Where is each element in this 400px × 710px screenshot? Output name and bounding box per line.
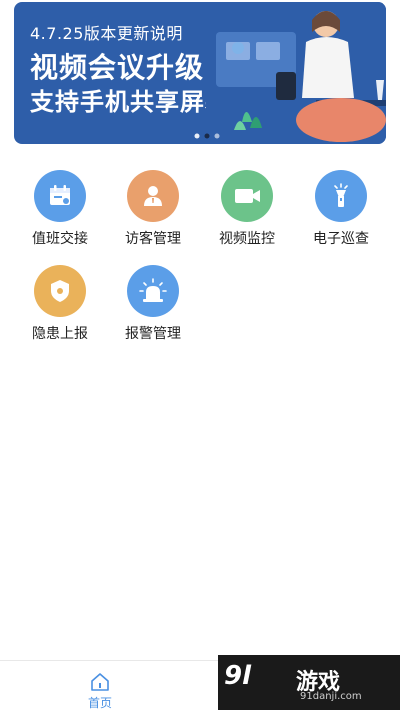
menu-item-video-monitoring[interactable]: 视频监控	[197, 168, 297, 248]
banner-version: 4.7.25版本更新说明	[30, 24, 183, 43]
menu-item-label: 隐患上报	[32, 326, 88, 342]
calendar-icon	[34, 170, 86, 222]
menu-item-alarm-management[interactable]: 报警管理	[103, 263, 203, 343]
flashlight-icon	[315, 170, 367, 222]
tab-home-label: 首页	[87, 696, 112, 710]
update-banner[interactable]: 4.7.25版本更新说明 视频会议升级 支持手机共享屏幕	[14, 2, 386, 144]
video-camera-icon	[221, 170, 273, 222]
banner-subtitle: 支持手机共享屏幕	[30, 88, 230, 116]
menu-item-label: 访客管理	[125, 231, 181, 247]
menu-item-label: 报警管理	[125, 326, 181, 342]
shield-alert-icon	[34, 265, 86, 317]
alarm-light-icon	[127, 265, 179, 317]
banner-illustration	[206, 2, 386, 144]
home-icon	[91, 673, 109, 691]
site-watermark: 9l 游戏 91danji.com	[218, 655, 400, 710]
menu-item-e-patrol[interactable]: 电子巡查	[291, 168, 391, 248]
menu-item-label: 电子巡查	[313, 231, 369, 247]
menu-item-label: 视频监控	[219, 231, 275, 247]
carousel-indicator[interactable]	[194, 133, 230, 139]
menu-item-label: 值班交接	[32, 231, 88, 247]
menu-item-hazard-report[interactable]: 隐患上报	[10, 263, 110, 343]
menu-item-shift-handover[interactable]: 值班交接	[10, 168, 110, 248]
banner-title: 视频会议升级	[30, 51, 205, 84]
person-icon	[127, 170, 179, 222]
tab-home[interactable]: 首页	[75, 667, 125, 710]
watermark-url: 91danji.com	[300, 691, 362, 702]
watermark-logo: 9l	[224, 661, 252, 691]
menu-item-visitor-management[interactable]: 访客管理	[103, 168, 203, 248]
